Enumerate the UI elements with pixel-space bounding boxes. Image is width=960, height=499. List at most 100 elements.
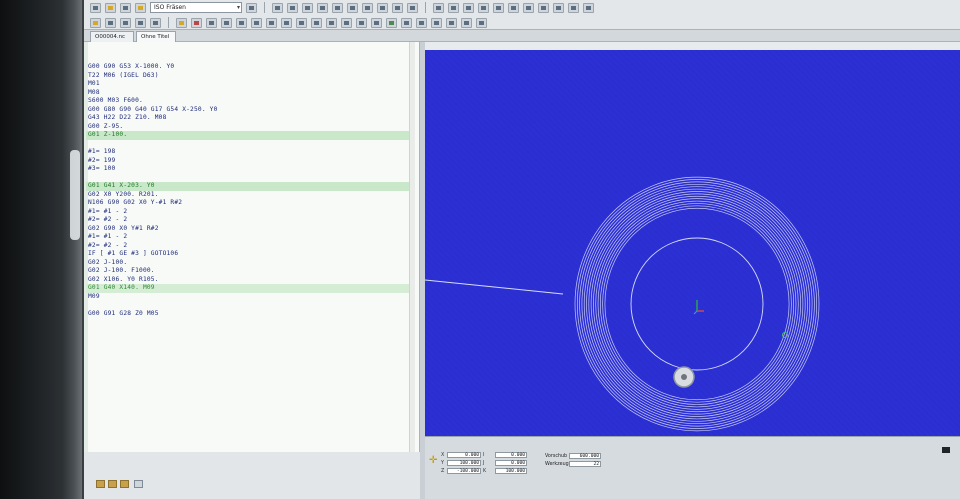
viewport-texture-line bbox=[425, 297, 564, 436]
zoom-out-icon[interactable] bbox=[236, 17, 247, 28]
grid-icon[interactable] bbox=[332, 2, 343, 13]
list-icon[interactable] bbox=[135, 17, 146, 28]
list-icon[interactable] bbox=[120, 17, 131, 28]
paste-icon[interactable] bbox=[463, 2, 474, 13]
code-line[interactable]: #3= 100 bbox=[86, 165, 410, 174]
tool-icon[interactable] bbox=[176, 17, 187, 28]
arrow-icon[interactable] bbox=[431, 17, 442, 28]
search-icon[interactable] bbox=[206, 17, 217, 28]
grid-icon[interactable] bbox=[362, 2, 373, 13]
view-iso-icon[interactable] bbox=[371, 17, 382, 28]
axis-cross-icon: ✛ bbox=[429, 455, 438, 466]
code-lines: G00 G90 G53 X-1000. Y0 T22 M06 (IGEL D63)… bbox=[86, 63, 410, 318]
zoom-in-icon[interactable] bbox=[538, 2, 549, 13]
undo-icon[interactable] bbox=[478, 2, 489, 13]
list-icon[interactable] bbox=[150, 17, 161, 28]
chevron-down-icon: ▾ bbox=[236, 4, 240, 11]
grid-icon[interactable] bbox=[287, 2, 298, 13]
view-side-icon[interactable] bbox=[356, 17, 367, 28]
code-line[interactable]: #1= #1 - 2 bbox=[86, 208, 410, 217]
measure-icon[interactable] bbox=[311, 17, 322, 28]
code-line[interactable]: G43 H22 D22 Z10. M08 bbox=[86, 114, 410, 123]
code-line[interactable] bbox=[86, 301, 410, 310]
grid-icon[interactable] bbox=[272, 2, 283, 13]
redo-icon[interactable] bbox=[493, 2, 504, 13]
pause-icon[interactable] bbox=[401, 17, 412, 28]
code-line[interactable]: N106 G90 G02 X0 Y-#1 R#2 bbox=[86, 199, 410, 208]
window-icon[interactable] bbox=[583, 2, 594, 13]
axis-icon[interactable] bbox=[461, 17, 472, 28]
code-line[interactable]: #1= #1 - 2 bbox=[86, 233, 410, 242]
eraser-icon[interactable] bbox=[296, 17, 307, 28]
open-folder-icon[interactable] bbox=[105, 2, 116, 13]
view-front-icon[interactable] bbox=[341, 17, 352, 28]
pencil-icon[interactable] bbox=[281, 17, 292, 28]
grid-icon[interactable] bbox=[377, 2, 388, 13]
folder-icon[interactable] bbox=[90, 17, 101, 28]
zoom-out-icon[interactable] bbox=[553, 2, 564, 13]
code-line[interactable]: M08 bbox=[86, 89, 410, 98]
view-top-icon[interactable] bbox=[326, 17, 337, 28]
code-line[interactable]: G02 X0 Y200. R201. bbox=[86, 191, 410, 200]
folder-icon[interactable] bbox=[108, 480, 117, 488]
code-line[interactable]: #2= #2 - 2 bbox=[86, 216, 410, 225]
ok-icon[interactable] bbox=[407, 2, 418, 13]
editor-status-bar bbox=[84, 452, 420, 499]
nc-code-editor[interactable]: G00 G90 G53 X-1000. Y0 T22 M06 (IGEL D63)… bbox=[84, 42, 420, 452]
code-line[interactable]: G00 Z-95. bbox=[86, 123, 410, 132]
viewport-texture-line bbox=[425, 333, 528, 436]
code-line[interactable]: M01 bbox=[86, 80, 410, 89]
code-line[interactable]: IF [ #1 GE #3 ] GOTO106 bbox=[86, 250, 410, 259]
code-line[interactable]: G02 J-100. F1000. bbox=[86, 267, 410, 276]
settings-icon[interactable] bbox=[508, 2, 519, 13]
code-line[interactable]: G01 Z-100. bbox=[86, 131, 410, 140]
code-line[interactable]: M09 bbox=[86, 293, 410, 302]
code-line[interactable]: G00 G90 G53 X-1000. Y0 bbox=[86, 63, 410, 72]
code-line[interactable]: G01 G41 X-203. Y0 bbox=[86, 182, 410, 191]
rotate-icon[interactable] bbox=[266, 17, 277, 28]
grid-icon[interactable] bbox=[347, 2, 358, 13]
editor-scrollbar[interactable] bbox=[409, 42, 415, 452]
code-line[interactable]: G01 G40 X140. M09 bbox=[86, 284, 410, 293]
step-icon[interactable] bbox=[416, 17, 427, 28]
panel-resize-handle[interactable] bbox=[942, 447, 950, 453]
zoom-fit-icon[interactable] bbox=[251, 17, 262, 28]
search-icon[interactable] bbox=[523, 2, 534, 13]
code-line[interactable]: G00 G80 G90 G40 G17 G54 X-250. Y0 bbox=[86, 106, 410, 115]
copy-icon[interactable] bbox=[448, 2, 459, 13]
play-icon[interactable] bbox=[386, 17, 397, 28]
axis-icon[interactable] bbox=[446, 17, 457, 28]
folder-icon[interactable] bbox=[120, 480, 129, 488]
folder-icon[interactable] bbox=[135, 2, 146, 13]
code-line[interactable]: G02 X106. Y0 R105. bbox=[86, 276, 410, 285]
list-icon[interactable] bbox=[134, 480, 143, 488]
code-line[interactable]: T22 M06 (IGEL D63) bbox=[86, 72, 410, 81]
grid-icon[interactable] bbox=[302, 2, 313, 13]
code-line[interactable] bbox=[86, 174, 410, 183]
machine-select[interactable]: ISO Fräsen ▾ bbox=[150, 2, 242, 13]
grid-icon[interactable] bbox=[392, 2, 403, 13]
code-line[interactable]: #2= 199 bbox=[86, 157, 410, 166]
close-icon[interactable] bbox=[191, 17, 202, 28]
code-line[interactable]: #2= #2 - 2 bbox=[86, 242, 410, 251]
folder-icon[interactable] bbox=[96, 480, 105, 488]
code-line[interactable]: G00 G91 G28 Z0 M05 bbox=[86, 310, 410, 319]
grid-icon[interactable] bbox=[317, 2, 328, 13]
toolpath-3d-viewport[interactable] bbox=[425, 50, 960, 436]
save-icon[interactable] bbox=[120, 2, 131, 13]
viewport-texture-line bbox=[425, 195, 666, 436]
new-file-icon[interactable] bbox=[90, 2, 101, 13]
code-line[interactable] bbox=[86, 140, 410, 149]
code-line[interactable]: #1= 198 bbox=[86, 148, 410, 157]
list-icon[interactable] bbox=[246, 2, 257, 13]
code-line[interactable]: S600 M03 F600. bbox=[86, 97, 410, 106]
zoom-in-icon[interactable] bbox=[221, 17, 232, 28]
code-line[interactable]: G02 J-100. bbox=[86, 259, 410, 268]
cut-icon[interactable] bbox=[433, 2, 444, 13]
settings-icon[interactable] bbox=[476, 17, 487, 28]
tab-file-o00004[interactable]: O00004.nc bbox=[90, 31, 134, 42]
code-line[interactable]: G02 G90 X0 Y#1 R#2 bbox=[86, 225, 410, 234]
tab-untitled[interactable]: Ohne Titel * bbox=[136, 31, 176, 50]
window-icon[interactable] bbox=[568, 2, 579, 13]
save-icon[interactable] bbox=[105, 17, 116, 28]
